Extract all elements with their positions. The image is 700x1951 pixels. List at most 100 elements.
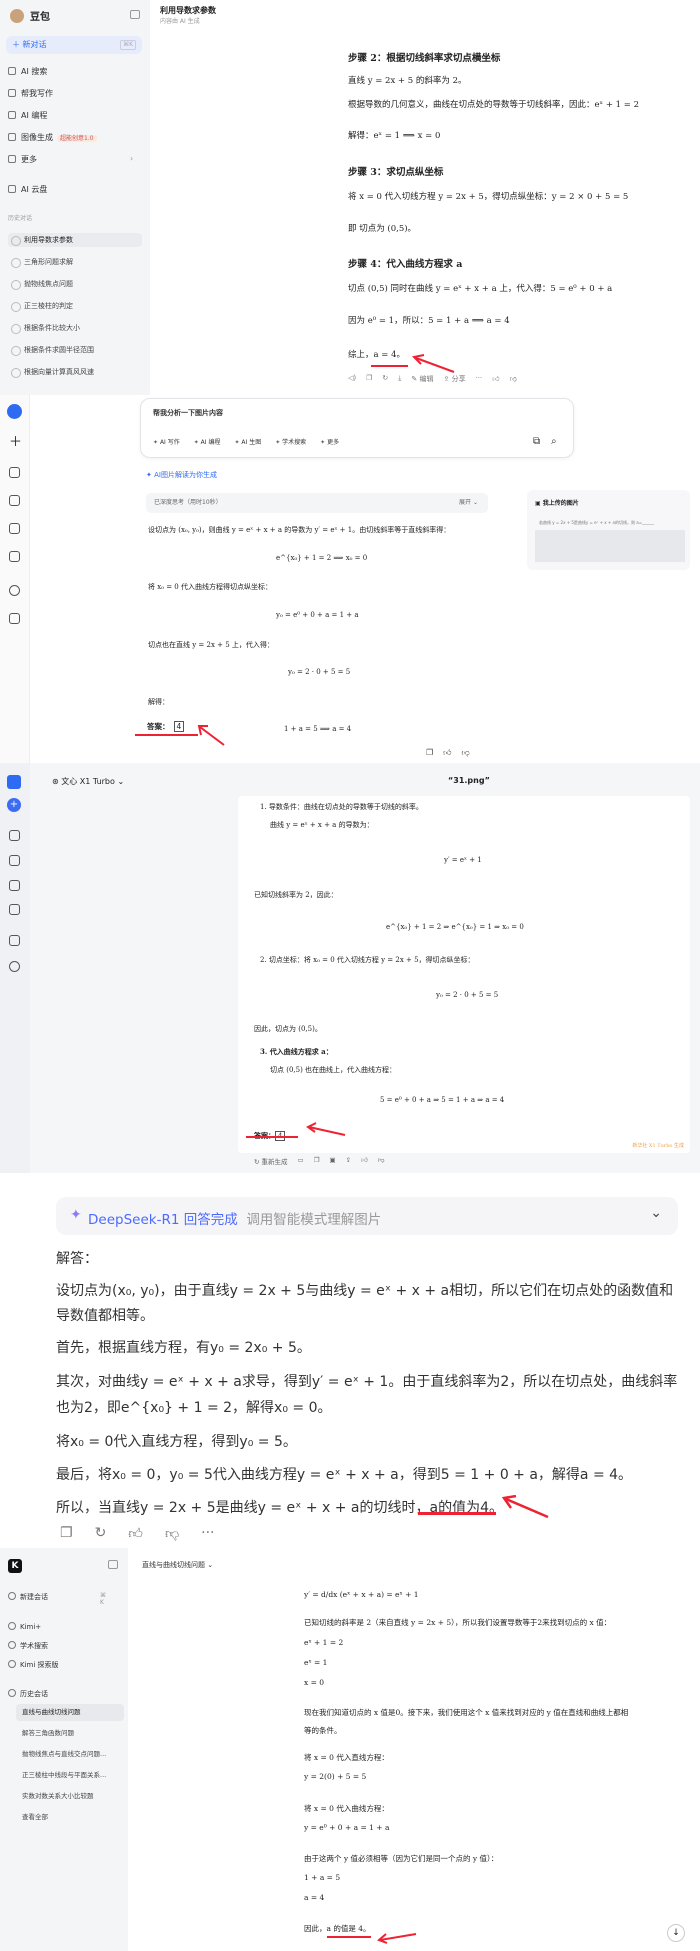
answer-equation: y′ = d/dx (eˣ + x + a) = eˣ + 1 <box>304 1590 419 1599</box>
image-icon[interactable] <box>9 880 20 891</box>
history-item[interactable]: 正三棱柱中线段与平面关系... <box>16 1767 124 1784</box>
answer-line: 曲线 y = eˣ + x + a 的导数为： <box>270 821 374 829</box>
chat-title[interactable]: 直线与曲线切线问题 ⌄ <box>142 1560 213 1570</box>
sidebar-item-more[interactable]: 更多 › <box>8 154 133 165</box>
highlight-underline <box>246 1136 298 1138</box>
image-icon[interactable]: ▣ <box>330 1156 336 1166</box>
history-item[interactable]: 根据条件比较大小 <box>8 321 142 335</box>
history-item[interactable]: 解答三角函数问题 <box>16 1725 124 1742</box>
model-selector[interactable]: ⊛ 文心 X1 Turbo ⌄ <box>52 776 124 787</box>
doc-icon[interactable] <box>9 855 20 866</box>
sidebar-item-ai-search[interactable]: AI 搜索 <box>8 66 47 77</box>
image-icon <box>8 133 16 141</box>
chip-ai-write[interactable]: AI 写作 <box>153 437 180 446</box>
copy-icon[interactable]: ❐ <box>314 1156 320 1166</box>
chip-ai-image[interactable]: AI 生图 <box>234 437 261 446</box>
answer-line: 将 x₀ = 0 代入曲线方程得切点纵坐标： <box>148 583 272 591</box>
chat-input[interactable]: 帮我分析一下图片内容 AI 写作 AI 编程 AI 生图 学术搜索 更多 ⧉ ⌕ <box>140 398 574 458</box>
tools-icon[interactable] <box>9 551 20 562</box>
thumb-up-icon[interactable]: 👍︎ <box>361 1156 368 1166</box>
sidebar-item-writing[interactable]: 帮我写作 <box>8 88 53 99</box>
history-item[interactable]: 抛物线焦点问题 <box>8 277 142 291</box>
reasoning-header[interactable]: ✦ DeepSeek-R1 回答完成 调用智能模式理解图片 ⌄ <box>56 1197 678 1235</box>
more-icon[interactable]: ··· <box>476 374 483 384</box>
plus-icon[interactable]: ＋ <box>9 436 22 449</box>
share-icon[interactable]: ⇪ <box>346 1156 351 1166</box>
sidebar-collapse-icon[interactable] <box>108 1560 118 1569</box>
scroll-down-icon[interactable]: ↓ <box>667 1924 685 1942</box>
new-chat-button[interactable]: ＋ 新对话 ⌘K <box>6 36 142 54</box>
history-item[interactable]: 三角形问题求解 <box>8 255 142 269</box>
new-badge: 超能创意1.0 <box>57 135 97 142</box>
bookmark-icon[interactable] <box>9 613 20 624</box>
view-all-link[interactable]: 查看全部 <box>16 1809 124 1826</box>
sidebar-item-kimi-plus[interactable]: Kimi+ <box>8 1622 41 1631</box>
sidebar-collapse-icon[interactable] <box>130 10 140 19</box>
download-icon[interactable]: ⤓ <box>398 374 401 384</box>
chat-icon[interactable] <box>9 935 20 946</box>
kimi-plus-icon <box>8 1622 16 1630</box>
answer-equation: eˣ = 1 <box>304 1658 328 1667</box>
pen-icon <box>8 89 16 97</box>
sidebar-item-image-gen[interactable]: 图像生成 超能创意1.0 <box>8 132 97 143</box>
answer-equation: x = 0 <box>304 1678 325 1687</box>
regenerate-button[interactable]: ↻ 重新生成 <box>254 1156 288 1166</box>
chip-ai-code[interactable]: AI 编程 <box>194 437 221 446</box>
red-arrow-icon <box>412 354 455 373</box>
doubao-sidebar: 豆包 ＋ 新对话 ⌘K AI 搜索 帮我写作 AI 编程 图像生成 超能创意1.0… <box>0 0 150 395</box>
share-button[interactable]: ⇪ 分享 <box>443 374 465 384</box>
history-item[interactable]: 正三棱柱的判定 <box>8 299 142 313</box>
more-icon[interactable]: ··· <box>201 1525 214 1542</box>
history-item[interactable]: 直线与曲线切线问题 <box>16 1704 124 1721</box>
chevron-down-icon[interactable]: ⌄ <box>650 1205 662 1221</box>
chip-academic-search[interactable]: 学术搜索 <box>275 437 306 446</box>
apps-icon[interactable] <box>9 961 20 972</box>
sidebar-item-cloud[interactable]: AI 云盘 <box>8 184 47 195</box>
yuanbao-panel: ＋ 帮我分析一下图片内容 AI 写作 AI 编程 AI 生图 学术搜索 更多 ⧉… <box>0 395 700 763</box>
thumb-down-icon[interactable]: 👎︎ <box>165 1525 179 1542</box>
clock-icon[interactable] <box>9 585 20 596</box>
upload-image-icon[interactable]: ⧉ <box>533 436 540 447</box>
copy-icon[interactable]: ❐ <box>426 748 433 758</box>
sidebar-item-academic[interactable]: 学术搜索 <box>8 1641 48 1651</box>
answer-equation: y₀ = e⁰ + 0 + a = 1 + a <box>276 611 359 619</box>
answer-line: 1. 导数条件：曲线在切点处的导数等于切线的斜率。 <box>260 803 423 811</box>
expand-toggle[interactable]: 展开 ⌄ <box>459 493 478 513</box>
image-icon[interactable] <box>9 523 20 534</box>
sidebar-item-coding[interactable]: AI 编程 <box>8 110 47 121</box>
history-item[interactable]: 利用导数求参数 <box>8 233 142 247</box>
speaker-icon[interactable]: ◁) <box>348 374 356 384</box>
thumb-down-icon[interactable]: 👎︎ <box>510 374 517 384</box>
new-chat-button[interactable]: 新建会话 ⌘ K <box>8 1592 106 1606</box>
history-item[interactable]: 根据向量计算真风风速 <box>8 365 142 379</box>
thumb-up-icon[interactable]: 👍︎ <box>492 374 499 384</box>
thumb-up-icon[interactable]: 👍︎ <box>128 1525 143 1542</box>
pen-icon[interactable] <box>9 830 20 841</box>
thumb-down-icon[interactable]: 👎︎ <box>462 748 470 758</box>
new-chat-plus-icon[interactable]: + <box>7 798 21 812</box>
edit-button[interactable]: ✎ 编辑 <box>411 374 433 384</box>
answer-equation: a = 4 <box>304 1893 325 1902</box>
doc-icon[interactable]: ▭ <box>298 1156 304 1166</box>
sidebar-item-explore[interactable]: Kimi 探索版 <box>8 1660 59 1670</box>
history-item[interactable]: 抛物线焦点与直线交点问题... <box>16 1746 124 1763</box>
uploaded-image-card[interactable]: ▣ 我上传的图片 若曲线 y = 2x + 5是曲线y = eˣ + x + a… <box>527 490 690 570</box>
history-item[interactable]: 实数对数关系大小比较题 <box>16 1788 124 1805</box>
answer-line: 也为2，即e^{x₀} + 1 = 2，解得x₀ = 0。 <box>56 1400 332 1416</box>
refresh-icon[interactable]: ↻ <box>382 374 388 384</box>
highlight-underline <box>418 1512 496 1515</box>
search-icon[interactable]: ⌕ <box>551 436 557 447</box>
chip-more[interactable]: 更多 <box>320 437 339 446</box>
kimi-panel: K 新建会话 ⌘ K Kimi+ 学术搜索 Kimi 探索版 历史会话 直线与曲线… <box>0 1548 700 1951</box>
history-item[interactable]: 根据条件求圆半径范围 <box>8 343 142 357</box>
pen-icon[interactable] <box>9 467 20 478</box>
thumb-down-icon[interactable]: 👎︎ <box>378 1156 385 1166</box>
calendar-icon[interactable] <box>9 904 20 915</box>
video-icon[interactable] <box>9 495 20 506</box>
thumb-up-icon[interactable]: 👍︎ <box>443 748 451 758</box>
deep-think-box[interactable]: 已深度思考（用时10秒） 展开 ⌄ <box>146 493 488 513</box>
copy-icon[interactable]: ❐ <box>366 374 372 384</box>
chevron-right-icon: › <box>130 154 134 163</box>
refresh-icon[interactable]: ↻ <box>95 1525 107 1542</box>
copy-icon[interactable]: ❐ <box>60 1525 73 1542</box>
